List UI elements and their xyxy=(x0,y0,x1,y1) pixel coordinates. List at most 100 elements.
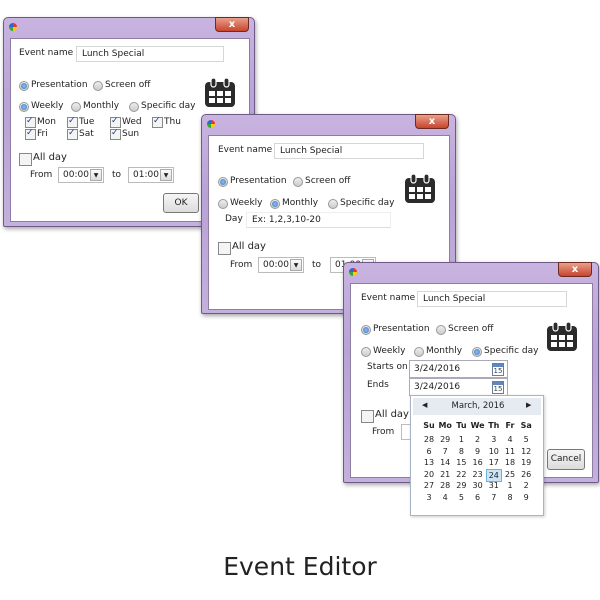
weekday-header: Fr xyxy=(505,421,515,430)
from-time-value: 00:00 xyxy=(63,170,89,180)
calendar-day[interactable]: 29 xyxy=(437,434,453,445)
calendar-day[interactable]: 4 xyxy=(502,434,518,445)
calendar-day[interactable]: 3 xyxy=(421,492,437,503)
month-label[interactable]: March, 2016 xyxy=(411,401,545,411)
calendar-day[interactable]: 25 xyxy=(502,469,518,480)
calendar-day[interactable]: 11 xyxy=(502,446,518,457)
starts-on-date-input[interactable]: 3/24/2016 15 xyxy=(409,360,508,378)
fri-checkbox[interactable]: Fri xyxy=(25,127,48,140)
ends-label: Ends xyxy=(367,380,389,390)
from-time-select[interactable]: 00:00 ▼ xyxy=(258,257,304,273)
chevron-down-icon[interactable]: ▼ xyxy=(160,169,172,181)
cancel-button[interactable]: Cancel xyxy=(547,449,585,470)
calendar-day[interactable]: 31 xyxy=(486,480,502,491)
calendar-day[interactable]: 16 xyxy=(470,457,486,468)
weekly-radio[interactable]: Weekly xyxy=(361,345,405,357)
calendar-day[interactable]: 28 xyxy=(437,480,453,491)
chevron-down-icon[interactable]: ▼ xyxy=(290,259,302,271)
calendar-day[interactable]: 1 xyxy=(502,480,518,491)
calendar-day[interactable]: 5 xyxy=(453,492,469,503)
all-day-checkbox[interactable]: All day xyxy=(218,241,266,255)
calendar-day[interactable]: 27 xyxy=(421,480,437,491)
sat-checkbox[interactable]: Sat xyxy=(67,127,94,140)
app-icon xyxy=(207,120,215,128)
calendar-day[interactable]: 2 xyxy=(470,434,486,445)
calendar-day[interactable]: 8 xyxy=(453,446,469,457)
all-day-checkbox[interactable]: All day xyxy=(361,409,409,423)
close-button[interactable]: x xyxy=(415,114,449,129)
date-picker-icon[interactable]: 15 xyxy=(492,363,504,376)
weekday-header: Mo xyxy=(438,421,452,430)
weekday-header: Th xyxy=(488,421,500,430)
calendar-day[interactable]: 30 xyxy=(470,480,486,491)
calendar-day[interactable]: 28 xyxy=(421,434,437,445)
calendar-day[interactable]: 7 xyxy=(486,492,502,503)
calendar-day[interactable]: 20 xyxy=(421,469,437,480)
calendar-day[interactable]: 21 xyxy=(437,469,453,480)
from-label: From xyxy=(372,427,395,437)
to-time-select[interactable]: 01:00▼ xyxy=(128,167,174,183)
calendar-day[interactable]: 9 xyxy=(518,492,534,503)
all-day-checkbox[interactable]: All day xyxy=(19,152,67,166)
weekly-radio[interactable]: Weekly xyxy=(218,197,262,209)
calendar-day[interactable]: 4 xyxy=(437,492,453,503)
calendar-day[interactable]: 2 xyxy=(518,480,534,491)
screen-off-radio[interactable]: Screen off xyxy=(93,79,151,91)
caption: Event Editor xyxy=(223,552,377,581)
weekly-radio[interactable]: Weekly xyxy=(19,100,63,112)
day-input[interactable]: Ex: 1,2,3,10-20 xyxy=(246,212,391,228)
from-time-select[interactable]: 00:00 ▼ xyxy=(58,167,104,183)
event-name-input[interactable]: Lunch Special xyxy=(417,291,567,307)
event-name-input[interactable]: Lunch Special xyxy=(274,143,424,159)
calendar-day[interactable]: 3 xyxy=(486,434,502,445)
ends-date-input[interactable]: 3/24/2016 15 xyxy=(409,378,508,396)
event-name-input[interactable]: Lunch Special xyxy=(76,46,224,62)
screen-off-radio[interactable]: Screen off xyxy=(436,323,494,335)
calendar-icon xyxy=(404,173,436,204)
calendar-icon xyxy=(204,77,236,108)
calendar-day[interactable]: 9 xyxy=(470,446,486,457)
calendar-day[interactable]: 17 xyxy=(486,457,502,468)
weekday-header: We xyxy=(470,421,485,430)
date-picker-icon[interactable]: 15 xyxy=(492,381,504,394)
sun-checkbox[interactable]: Sun xyxy=(110,127,139,140)
calendar-day[interactable]: 18 xyxy=(502,457,518,468)
close-button[interactable]: x xyxy=(558,262,592,277)
presentation-radio[interactable]: Presentation xyxy=(361,323,430,335)
calendar-day[interactable]: 6 xyxy=(470,492,486,503)
app-icon xyxy=(9,23,17,31)
calendar-day[interactable]: 22 xyxy=(453,469,469,480)
calendar-day[interactable]: 12 xyxy=(518,446,534,457)
weekday-header: Tu xyxy=(456,421,467,430)
calendar-day[interactable]: 26 xyxy=(518,469,534,480)
monthly-radio[interactable]: Monthly xyxy=(270,197,318,209)
presentation-radio[interactable]: Presentation xyxy=(19,79,88,91)
calendar-day[interactable]: 23 xyxy=(470,469,486,480)
calendar-day[interactable]: 1 xyxy=(453,434,469,445)
monthly-radio[interactable]: Monthly xyxy=(414,345,462,357)
calendar-day[interactable]: 7 xyxy=(437,446,453,457)
specific-day-radio[interactable]: Specific day xyxy=(129,100,195,112)
specific-day-radio[interactable]: Specific day xyxy=(472,345,538,357)
to-time-value: 01:00 xyxy=(133,170,159,180)
calendar-day[interactable]: 14 xyxy=(437,457,453,468)
screen-off-radio[interactable]: Screen off xyxy=(293,175,351,187)
next-month-button[interactable]: ▶ xyxy=(526,401,531,409)
calendar-day[interactable]: 6 xyxy=(421,446,437,457)
ok-button[interactable]: OK xyxy=(163,193,199,213)
calendar-day[interactable]: 8 xyxy=(502,492,518,503)
monthly-radio[interactable]: Monthly xyxy=(71,100,119,112)
calendar-day[interactable]: 29 xyxy=(453,480,469,491)
calendar-day[interactable]: 10 xyxy=(486,446,502,457)
calendar-day[interactable]: 19 xyxy=(518,457,534,468)
weekday-header: Sa xyxy=(520,421,532,430)
close-button[interactable]: x xyxy=(215,17,249,32)
presentation-radio[interactable]: Presentation xyxy=(218,175,287,187)
calendar-day[interactable]: 15 xyxy=(453,457,469,468)
calendar-day[interactable]: 13 xyxy=(421,457,437,468)
calendar-popup: ◀ March, 2016 ▶ Su Mo Tu We Th Fr Sa 28 29 1 2 3 4 5 6… xyxy=(410,395,544,516)
specific-day-radio[interactable]: Specific day xyxy=(328,197,394,209)
thu-checkbox[interactable]: Thu xyxy=(152,115,181,128)
calendar-day[interactable]: 5 xyxy=(518,434,534,445)
chevron-down-icon[interactable]: ▼ xyxy=(90,169,102,181)
